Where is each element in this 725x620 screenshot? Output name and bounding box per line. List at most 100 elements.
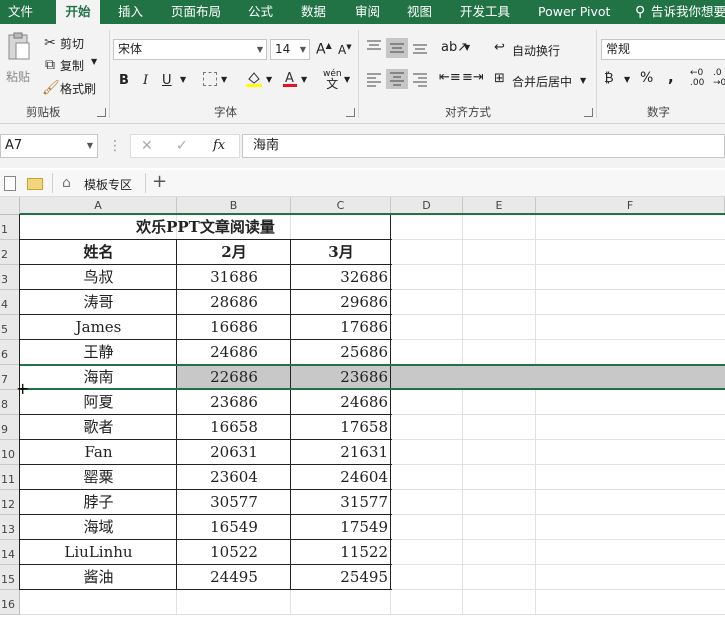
- align-middle-icon[interactable]: [386, 38, 408, 58]
- comma-button[interactable]: ,: [668, 68, 674, 86]
- tab-developer[interactable]: 开发工具: [460, 0, 510, 24]
- underline-button[interactable]: U: [162, 73, 172, 88]
- table-cell[interactable]: LiuLinhu: [20, 540, 177, 565]
- table-cell[interactable]: 罂粟: [20, 465, 177, 490]
- row-header-2[interactable]: 2: [0, 240, 20, 265]
- row-header-14[interactable]: 14: [0, 540, 20, 565]
- cancel-icon[interactable]: ✕: [141, 138, 153, 154]
- tell-me-box[interactable]: 告诉我你想要: [651, 0, 725, 24]
- row-header-6[interactable]: 6: [0, 340, 20, 365]
- fill-color-icon[interactable]: [245, 70, 263, 88]
- tab-power-pivot[interactable]: Power Pivot: [538, 0, 610, 24]
- tab-home[interactable]: 开始: [56, 0, 100, 24]
- paste-icon[interactable]: [6, 32, 32, 62]
- row-header-15[interactable]: 15: [0, 565, 20, 590]
- orientation-dropdown-icon[interactable]: ▼: [464, 43, 470, 52]
- tab-view[interactable]: 视图: [407, 0, 432, 24]
- borders-dropdown-icon[interactable]: ▼: [221, 75, 227, 84]
- table-cell[interactable]: 32686: [291, 265, 391, 290]
- underline-dropdown-icon[interactable]: ▼: [180, 75, 186, 84]
- table-cell[interactable]: 31577: [291, 490, 391, 515]
- currency-icon[interactable]: ₿: [604, 70, 614, 86]
- row-header-16[interactable]: 16: [0, 590, 20, 615]
- row-header-9[interactable]: 9: [0, 415, 20, 440]
- fill-color-dropdown-icon[interactable]: ▼: [266, 75, 272, 84]
- insert-function-button[interactable]: fx: [213, 138, 225, 153]
- new-file-icon[interactable]: [4, 176, 16, 191]
- table-cell[interactable]: 24495: [177, 565, 291, 590]
- table-cell[interactable]: 17658: [291, 415, 391, 440]
- copy-dropdown-icon[interactable]: ▼: [91, 57, 97, 66]
- tab-page-layout[interactable]: 页面布局: [171, 0, 221, 24]
- font-color-dropdown-icon[interactable]: ▼: [301, 75, 307, 84]
- table-cell[interactable]: 25495: [291, 565, 391, 590]
- decrease-indent-icon[interactable]: ⇤≡: [439, 70, 461, 85]
- tab-review[interactable]: 审阅: [355, 0, 380, 24]
- table-cell[interactable]: 涛哥: [20, 290, 177, 315]
- enter-icon[interactable]: ✓: [176, 138, 188, 154]
- align-left-icon[interactable]: [365, 70, 383, 88]
- tab-formulas[interactable]: 公式: [248, 0, 273, 24]
- font-launcher-icon[interactable]: [346, 108, 355, 117]
- paste-button[interactable]: 粘贴: [6, 68, 30, 85]
- tab-insert[interactable]: 插入: [118, 0, 143, 24]
- table-cell[interactable]: 酱油: [20, 565, 177, 590]
- table-cell[interactable]: 24686: [291, 390, 391, 415]
- table-cell[interactable]: 17549: [291, 515, 391, 540]
- number-format-select[interactable]: 常规: [601, 39, 725, 60]
- table-cell[interactable]: 23604: [177, 465, 291, 490]
- table-cell[interactable]: 20631: [177, 440, 291, 465]
- table-cell[interactable]: 24604: [291, 465, 391, 490]
- folder-icon[interactable]: [27, 178, 43, 190]
- table-cell[interactable]: 29686: [291, 290, 391, 315]
- increase-font-icon[interactable]: A▲: [316, 41, 332, 58]
- table-cell[interactable]: 16549: [177, 515, 291, 540]
- table-cell[interactable]: 鸟叔: [20, 265, 177, 290]
- formula-input[interactable]: 海南: [242, 134, 725, 158]
- increase-decimal-icon[interactable]: ←0.00: [690, 68, 704, 88]
- align-center-icon[interactable]: [386, 69, 408, 89]
- table-cell[interactable]: 阿夏: [20, 390, 177, 415]
- table-cell[interactable]: 25686: [291, 340, 391, 365]
- cut-button[interactable]: 剪切: [60, 35, 84, 52]
- merge-dropdown-icon[interactable]: ▼: [580, 76, 586, 85]
- align-top-icon[interactable]: [365, 38, 383, 56]
- row-header-1[interactable]: 1: [0, 215, 20, 240]
- row-header-12[interactable]: 12: [0, 490, 20, 515]
- table-cell[interactable]: James: [20, 315, 177, 340]
- tab-data[interactable]: 数据: [301, 0, 326, 24]
- wrap-text-button[interactable]: 自动换行: [512, 42, 560, 59]
- format-painter-button[interactable]: 格式刷: [60, 80, 96, 97]
- table-cell[interactable]: 歌者: [20, 415, 177, 440]
- row-header-3[interactable]: 3: [0, 265, 20, 290]
- select-all-corner[interactable]: [0, 197, 20, 215]
- phonetic-icon[interactable]: wén 文: [323, 69, 342, 91]
- row-header-5[interactable]: 5: [0, 315, 20, 340]
- currency-dropdown-icon[interactable]: ▼: [624, 75, 630, 84]
- tab-file[interactable]: 文件: [8, 0, 36, 24]
- clipboard-launcher-icon[interactable]: [97, 108, 106, 117]
- add-tab-button[interactable]: +: [152, 171, 167, 192]
- merge-center-button[interactable]: 合并后居中: [512, 73, 572, 90]
- chevron-down-icon[interactable]: ▼: [87, 135, 93, 157]
- decrease-font-icon[interactable]: A▼: [338, 43, 352, 57]
- phonetic-dropdown-icon[interactable]: ▼: [344, 75, 350, 84]
- increase-indent-icon[interactable]: ≡⇥: [462, 70, 484, 85]
- row-header-13[interactable]: 13: [0, 515, 20, 540]
- decrease-decimal-icon[interactable]: .0 →0: [713, 68, 725, 88]
- table-cell[interactable]: Fan: [20, 440, 177, 465]
- copy-button[interactable]: 复制: [60, 57, 84, 74]
- alignment-launcher-icon[interactable]: [584, 108, 593, 117]
- row-header-11[interactable]: 11: [0, 465, 20, 490]
- table-cell[interactable]: 28686: [177, 290, 291, 315]
- row-header-10[interactable]: 10: [0, 440, 20, 465]
- table-cell[interactable]: 30577: [177, 490, 291, 515]
- worksheet-grid[interactable]: A B C D E F 1 2 3 4 5 6 7 8 9 10 11 12 13 14 15 16 欢乐PPT文章阅读量姓…: [0, 197, 725, 615]
- align-right-icon[interactable]: [411, 70, 429, 88]
- table-cell[interactable]: 17686: [291, 315, 391, 340]
- name-box[interactable]: A7 ▼: [0, 134, 98, 158]
- table-cell[interactable]: 24686: [177, 340, 291, 365]
- table-cell[interactable]: 23686: [177, 390, 291, 415]
- template-tab[interactable]: 模板专区: [84, 176, 132, 193]
- percent-button[interactable]: %: [640, 70, 653, 86]
